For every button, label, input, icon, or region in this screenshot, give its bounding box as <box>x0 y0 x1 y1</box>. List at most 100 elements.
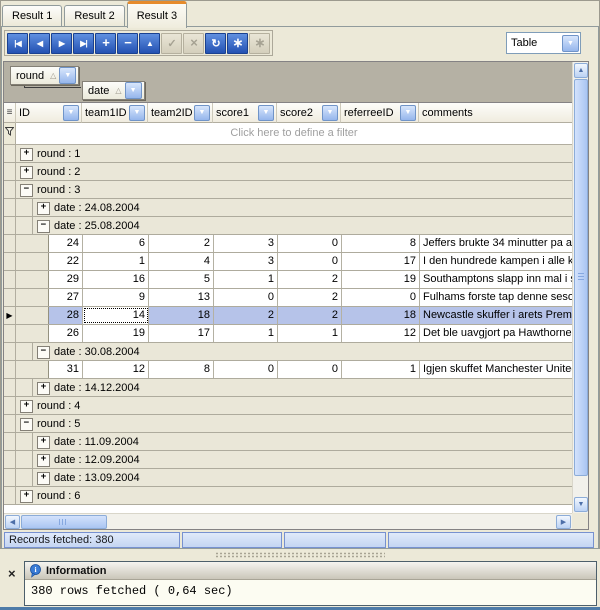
table-cell[interactable]: 12 <box>83 361 149 378</box>
table-cell[interactable]: 13 <box>149 289 214 306</box>
tab-result-1[interactable]: Result 1 <box>2 5 62 26</box>
horizontal-scrollbar-thumb[interactable] <box>21 515 107 529</box>
table-cell[interactable]: 17 <box>342 253 420 270</box>
table-cell[interactable]: 24 <box>49 235 83 252</box>
table-cell[interactable]: 0 <box>278 235 342 252</box>
table-cell[interactable]: 9 <box>83 289 149 306</box>
table-cell[interactable]: 28 <box>49 307 83 324</box>
group-row[interactable]: −round : 5 <box>4 415 572 433</box>
filter-funnel-cell[interactable] <box>4 123 16 144</box>
table-row[interactable]: 31128001Igjen skuffet Manchester United … <box>4 361 572 379</box>
table-cell[interactable]: 2 <box>149 235 214 252</box>
table-cell[interactable]: 19 <box>83 325 149 342</box>
table-cell[interactable]: 2 <box>278 307 342 324</box>
group-row[interactable]: −date : 30.08.2004 <box>4 343 572 361</box>
column-header-team1id[interactable]: team1ID▼ <box>82 103 148 123</box>
table-cell[interactable]: 18 <box>342 307 420 324</box>
table-cell[interactable]: 3 <box>214 235 278 252</box>
group-field-round-dropdown-icon[interactable]: ▼ <box>59 67 76 84</box>
expand-group-icon[interactable]: + <box>37 472 50 485</box>
column-header-id[interactable]: ID▼ <box>16 103 82 123</box>
table-cell[interactable]: 1 <box>342 361 420 378</box>
group-row[interactable]: +date : 14.12.2004 <box>4 379 572 397</box>
table-cell[interactable]: 2 <box>278 289 342 306</box>
table-cell[interactable]: 1 <box>83 253 149 270</box>
table-cell[interactable]: 4 <box>149 253 214 270</box>
prior-record-button[interactable]: ◀ <box>29 33 50 54</box>
column-header-team2id[interactable]: team2ID▼ <box>148 103 213 123</box>
refresh-button[interactable]: ↻ <box>205 33 226 54</box>
table-cell[interactable]: 1 <box>214 325 278 342</box>
panel-splitter[interactable] <box>0 549 600 560</box>
table-cell[interactable]: 27 <box>49 289 83 306</box>
table-cell[interactable]: 16 <box>83 271 149 288</box>
last-record-button[interactable]: ▶| <box>73 33 94 54</box>
table-cell[interactable]: 22 <box>49 253 83 270</box>
collapse-group-icon[interactable]: − <box>37 220 50 233</box>
table-cell[interactable]: 12 <box>342 325 420 342</box>
group-row[interactable]: +round : 6 <box>4 487 572 505</box>
table-cell[interactable]: 1 <box>214 271 278 288</box>
column-filter-dropdown-icon[interactable]: ▼ <box>322 105 338 121</box>
expand-group-icon[interactable]: + <box>37 436 50 449</box>
table-row[interactable]: 2462308Jeffers brukte 34 minutter pa a v… <box>4 235 572 253</box>
grid-corner-menu-icon[interactable]: ≡ <box>4 103 16 123</box>
table-cell[interactable]: 2 <box>278 271 342 288</box>
table-row[interactable]: 27913020Fulhams forste tap denne sesonge… <box>4 289 572 307</box>
table-type-dropdown-icon[interactable]: ▼ <box>562 35 579 52</box>
expand-group-icon[interactable]: + <box>20 148 33 161</box>
close-info-button[interactable]: × <box>8 566 16 581</box>
next-record-button[interactable]: ▶ <box>51 33 72 54</box>
group-row[interactable]: +date : 12.09.2004 <box>4 451 572 469</box>
expand-group-icon[interactable]: + <box>20 490 33 503</box>
table-cell[interactable]: 0 <box>214 361 278 378</box>
table-cell[interactable]: 14 <box>83 307 149 324</box>
expand-group-icon[interactable]: + <box>37 202 50 215</box>
comment-cell[interactable]: Fulhams forste tap denne sesongen, <box>420 289 572 306</box>
table-cell[interactable]: 0 <box>278 361 342 378</box>
table-row[interactable]: ▶2814182218Newcastle skuffer i arets Pre… <box>4 307 572 325</box>
group-row[interactable]: −round : 3 <box>4 181 572 199</box>
table-cell[interactable]: 0 <box>278 253 342 270</box>
column-filter-dropdown-icon[interactable]: ▼ <box>129 105 145 121</box>
tab-result-3[interactable]: Result 3 <box>127 1 187 28</box>
expand-group-icon[interactable]: + <box>37 454 50 467</box>
group-row[interactable]: −date : 25.08.2004 <box>4 217 572 235</box>
table-row[interactable]: 291651219Southamptons slapp inn mal i si… <box>4 271 572 289</box>
vertical-scrollbar-thumb[interactable] <box>574 79 588 476</box>
insert-record-button[interactable]: + <box>95 33 116 54</box>
group-row[interactable]: +round : 1 <box>4 145 572 163</box>
column-header-score1[interactable]: score1▼ <box>213 103 277 123</box>
group-field-date-dropdown-icon[interactable]: ▼ <box>125 82 142 99</box>
table-cell[interactable]: 0 <box>214 289 278 306</box>
group-field-date[interactable]: date △ ▼ <box>82 81 145 100</box>
scroll-up-icon[interactable]: ▲ <box>574 63 588 78</box>
table-row[interactable]: 2619171112Det ble uavgjort pa Hawthornes… <box>4 325 572 343</box>
expand-group-icon[interactable]: + <box>20 166 33 179</box>
horizontal-scrollbar[interactable]: ◀ ▶ <box>4 513 572 529</box>
group-row[interactable]: +date : 11.09.2004 <box>4 433 572 451</box>
table-cell[interactable]: 8 <box>342 235 420 252</box>
column-filter-dropdown-icon[interactable]: ▼ <box>400 105 416 121</box>
table-cell[interactable]: 26 <box>49 325 83 342</box>
table-cell[interactable]: 17 <box>149 325 214 342</box>
table-cell[interactable]: 2 <box>214 307 278 324</box>
table-cell[interactable]: 19 <box>342 271 420 288</box>
delete-record-button[interactable]: − <box>117 33 138 54</box>
comment-cell[interactable]: Det ble uavgjort pa Hawthornes etter <box>420 325 572 342</box>
group-row[interactable]: +date : 13.09.2004 <box>4 469 572 487</box>
edit-record-button[interactable]: ▲ <box>139 33 160 54</box>
first-record-button[interactable]: |◀ <box>7 33 28 54</box>
scroll-right-icon[interactable]: ▶ <box>556 515 571 529</box>
table-cell[interactable]: 31 <box>49 361 83 378</box>
set-bookmark-button[interactable]: ∗ <box>227 33 248 54</box>
table-cell[interactable]: 5 <box>149 271 214 288</box>
collapse-group-icon[interactable]: − <box>20 418 33 431</box>
table-type-select[interactable]: Table ▼ <box>506 32 581 54</box>
group-row[interactable]: +round : 4 <box>4 397 572 415</box>
column-filter-dropdown-icon[interactable]: ▼ <box>63 105 79 121</box>
column-filter-dropdown-icon[interactable]: ▼ <box>194 105 210 121</box>
comment-cell[interactable]: Jeffers brukte 34 minutter pa a vinne <box>420 235 572 252</box>
comment-cell[interactable]: Igjen skuffet Manchester United mot <box>420 361 572 378</box>
group-field-round[interactable]: round △ ▼ <box>10 66 79 85</box>
